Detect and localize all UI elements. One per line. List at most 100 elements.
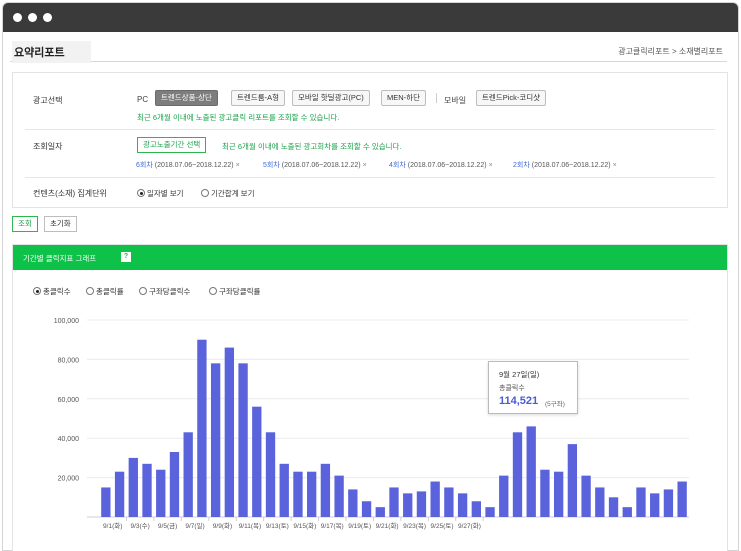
bar[interactable] [471, 501, 481, 517]
bar[interactable] [416, 491, 427, 517]
search-button[interactable]: 조회 [12, 216, 38, 232]
ad-option-men-bottom[interactable]: MEN-하단 [381, 90, 426, 106]
bar[interactable] [307, 471, 317, 517]
bar[interactable] [677, 481, 687, 517]
bar[interactable] [389, 487, 399, 517]
bar[interactable] [142, 463, 152, 517]
x-tick-label: 9/21(화) [376, 522, 399, 530]
x-tick-label: 9/15(화) [293, 522, 316, 530]
ad-option-trend-top[interactable]: 트렌드상품-상단 [155, 90, 218, 106]
bar[interactable] [444, 487, 454, 517]
remove-icon[interactable]: × [236, 162, 240, 169]
bar[interactable] [293, 471, 303, 517]
period-round-link[interactable]: 2회차 [513, 162, 530, 169]
period-item: 5회차 (2018.07.06~2018.12.22) × [263, 160, 367, 170]
bar[interactable] [224, 347, 235, 517]
radio-icon [201, 189, 209, 197]
ad-option-trendroom-a[interactable]: 트렌드룸-A형 [231, 90, 285, 106]
bar[interactable] [128, 457, 138, 517]
bar[interactable] [320, 463, 331, 517]
bar[interactable] [197, 339, 207, 517]
radio-icon [137, 189, 145, 197]
ad-option-trendpick-codi[interactable]: 트렌드Pick-코디샷 [476, 90, 547, 106]
bar[interactable] [238, 363, 248, 517]
aggregate-option-daily[interactable]: 일자별 보기 [137, 188, 184, 199]
window-dot-1[interactable] [13, 13, 22, 22]
bar[interactable] [265, 432, 276, 517]
bar[interactable] [553, 471, 564, 517]
breadcrumb[interactable]: 광고클릭리포트 > 소재별리포트 [618, 46, 723, 57]
bar[interactable] [114, 471, 125, 517]
ad-option-mobile-hotdeal[interactable]: 모바일 핫딜광고(PC) [292, 90, 370, 106]
platform-pc-label: PC [137, 95, 149, 104]
reset-button[interactable]: 초기화 [44, 216, 77, 232]
bar[interactable] [210, 363, 221, 517]
bar[interactable] [499, 475, 509, 517]
window-dot-3[interactable] [43, 13, 52, 22]
x-tick-label: 9/23(목) [403, 522, 426, 530]
aggregate-option-total[interactable]: 기간합계 보기 [201, 188, 254, 199]
bar[interactable] [403, 493, 413, 517]
bar[interactable] [156, 469, 166, 517]
bar[interactable] [636, 487, 646, 517]
remove-icon[interactable]: × [363, 162, 367, 169]
tooltip-unit: (5구좌) [545, 401, 565, 408]
x-tick-label: 9/9(화) [213, 522, 232, 530]
platform-mobile-label: 모바일 [444, 96, 467, 105]
y-tick-label: 20,000 [58, 476, 80, 483]
period-round-link[interactable]: 6회차 [136, 162, 153, 169]
y-tick-label: 80,000 [58, 357, 80, 364]
period-note: 최근 6개월 이내에 노출된 광고회차를 조회할 수 있습니다. [222, 142, 402, 151]
aggregate-option-label: 일자별 보기 [147, 189, 184, 198]
x-tick-label: 9/5(금) [158, 522, 177, 530]
bar[interactable] [650, 493, 660, 517]
window-dot-2[interactable] [28, 13, 37, 22]
aggregate-label: 컨텐츠(소재) 집계단위 [33, 189, 107, 198]
bar[interactable] [169, 451, 180, 517]
remove-icon[interactable]: × [489, 162, 493, 169]
y-tick-label: 100,000 [54, 318, 79, 325]
chart-panel: 기간별 클릭지표 그래프 ? 총클릭수 총클릭률 구좌당클릭수 구좌당클릭률 2… [12, 244, 728, 551]
period-round-link[interactable]: 5회차 [263, 162, 280, 169]
bar[interactable] [622, 507, 632, 517]
row-divider-1 [25, 129, 715, 130]
bar[interactable] [183, 432, 193, 517]
bar[interactable] [252, 406, 262, 517]
period-item: 2회차 (2018.07.06~2018.12.22) × [513, 160, 617, 170]
x-tick-label: 9/11(목) [239, 522, 261, 530]
bar[interactable] [485, 507, 495, 517]
period-range: (2018.07.06~2018.12.22) [407, 162, 487, 169]
bar[interactable] [663, 489, 674, 517]
bar[interactable] [595, 487, 605, 517]
y-tick-label: 60,000 [58, 397, 80, 404]
page-header: 요약리포트 광고클릭리포트 > 소재별리포트 [10, 38, 727, 63]
bar[interactable] [430, 481, 440, 517]
bar[interactable] [526, 426, 536, 517]
x-tick-label: 9/1(화) [103, 522, 122, 530]
bar[interactable] [512, 432, 523, 517]
period-item: 6회차 (2018.07.06~2018.12.22) × [136, 160, 240, 170]
period-round-link[interactable]: 4회차 [389, 162, 406, 169]
bar[interactable] [361, 501, 372, 517]
bar[interactable] [567, 444, 578, 517]
bar[interactable] [334, 475, 344, 517]
period-range: (2018.07.06~2018.12.22) [531, 162, 611, 169]
aggregate-option-label: 기간합계 보기 [211, 189, 255, 198]
period-select-button[interactable]: 광고노출기간 선택 [137, 137, 207, 153]
bar[interactable] [457, 493, 468, 517]
page-title: 요약리포트 [12, 41, 91, 63]
period-range: (2018.07.06~2018.12.22) [154, 162, 234, 169]
bar[interactable] [375, 507, 385, 517]
remove-icon[interactable]: × [613, 162, 617, 169]
bar[interactable] [279, 463, 289, 517]
bar[interactable] [581, 475, 591, 517]
x-tick-label: 9/3(수) [130, 522, 149, 530]
platform-divider [436, 93, 437, 103]
bar[interactable] [608, 497, 619, 517]
tooltip-label: 총클릭수 [499, 385, 525, 392]
bar[interactable] [101, 487, 111, 517]
window-titlebar [3, 3, 738, 32]
ad-select-label: 광고선택 [33, 96, 63, 105]
bar[interactable] [348, 489, 358, 517]
bar[interactable] [540, 469, 550, 517]
